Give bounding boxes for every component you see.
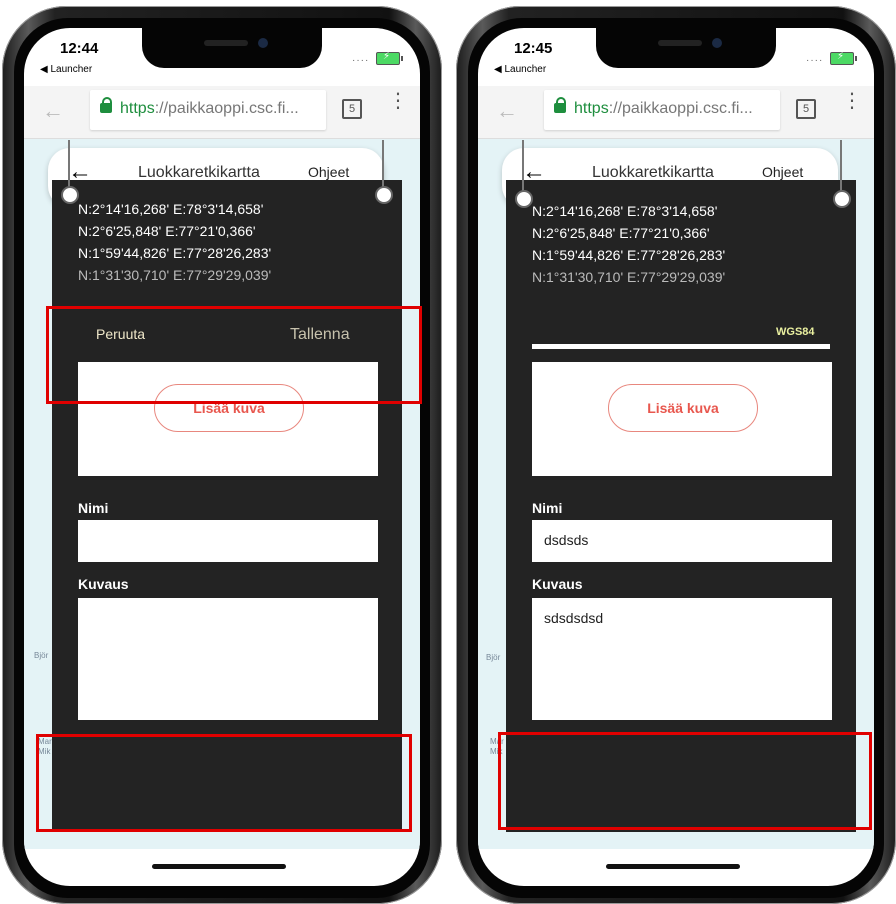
status-time: 12:44 xyxy=(60,40,99,57)
name-input[interactable]: dsdsds xyxy=(532,520,832,562)
panel-string xyxy=(68,140,70,188)
lock-icon xyxy=(554,97,566,113)
pin-icon xyxy=(61,186,79,204)
camera-icon xyxy=(712,38,722,48)
name-label: Nimi xyxy=(78,500,109,516)
coordinate-list: N:2°14'16,268' E:78°3'14,658' N:2°6'25,8… xyxy=(532,200,725,288)
image-box: Lisää kuva xyxy=(532,362,832,476)
browser-back-icon[interactable]: ← xyxy=(496,98,518,124)
lock-icon xyxy=(100,97,112,113)
pin-icon xyxy=(833,190,851,208)
coordinate-row: N:1°59'44,826' E:77°28'26,283' xyxy=(78,245,272,261)
more-menu-icon[interactable]: ⋮ xyxy=(842,91,862,111)
coordinate-list: N:2°14'16,268' E:78°3'14,658' N:2°6'25,8… xyxy=(78,198,271,286)
coordinate-row: N:2°14'16,268' E:78°3'14,658' xyxy=(532,203,718,219)
url-text: https://paikkaoppi.csc.fi... xyxy=(574,100,753,117)
description-textarea[interactable]: sdsdsdsd xyxy=(532,598,832,720)
status-time: 12:45 xyxy=(514,40,553,57)
tabs-count-icon[interactable]: 5 xyxy=(796,99,816,119)
back-to-launcher[interactable]: ◀ Launcher xyxy=(494,64,546,75)
coordinate-row: N:1°31'30,710' E:77°29'29,039' xyxy=(78,267,272,283)
coordinate-row: N:2°6'25,848' E:77°21'0,366' xyxy=(78,223,256,239)
name-label: Nimi xyxy=(532,500,563,516)
description-label: Kuvaus xyxy=(532,576,583,592)
coordinate-row: N:2°6'25,848' E:77°21'0,366' xyxy=(532,225,710,241)
pin-icon xyxy=(375,186,393,204)
name-input[interactable] xyxy=(78,520,378,562)
description-label: Kuvaus xyxy=(78,576,129,592)
phone-right: 12:45 ◀ Launcher ···· ⚡ ← https://paikka… xyxy=(456,0,896,904)
browser-back-icon[interactable]: ← xyxy=(42,98,64,124)
help-link[interactable]: Ohjeet xyxy=(308,164,349,180)
browser-toolbar: ← https://paikkaoppi.csc.fi... 5 ⋮ xyxy=(478,86,874,139)
back-to-launcher[interactable]: ◀ Launcher xyxy=(40,64,92,75)
coordinate-row: N:2°14'16,268' E:78°3'14,658' xyxy=(78,201,264,217)
home-indicator[interactable] xyxy=(606,864,740,869)
help-link[interactable]: Ohjeet xyxy=(762,164,803,180)
map-label: Björ xyxy=(34,651,49,660)
url-text: https://paikkaoppi.csc.fi... xyxy=(120,100,299,117)
panel-string xyxy=(522,140,524,192)
address-bar[interactable]: https://paikkaoppi.csc.fi... xyxy=(90,90,326,130)
home-indicator[interactable] xyxy=(152,864,286,869)
pin-icon xyxy=(515,190,533,208)
notch xyxy=(596,28,776,68)
browser-toolbar: ← https://paikkaoppi.csc.fi... 5 ⋮ xyxy=(24,86,420,139)
coordinate-row: N:1°59'44,826' E:77°28'26,283' xyxy=(532,247,726,263)
panel-string xyxy=(382,140,384,188)
highlight-box xyxy=(36,734,412,832)
battery-icon: ⚡ xyxy=(376,51,403,65)
highlight-box xyxy=(498,732,872,830)
battery-icon: ⚡ xyxy=(830,51,857,65)
projection-label: WGS84 xyxy=(776,326,815,338)
address-bar[interactable]: https://paikkaoppi.csc.fi... xyxy=(544,90,780,130)
tabs-count-icon[interactable]: 5 xyxy=(342,99,362,119)
notch xyxy=(142,28,322,68)
signal-icon: ···· xyxy=(352,55,370,66)
add-image-button[interactable]: Lisää kuva xyxy=(608,384,758,432)
panel-string xyxy=(840,140,842,192)
coordinate-row: N:1°31'30,710' E:77°29'29,039' xyxy=(532,269,726,285)
phone-left: 12:44 ◀ Launcher ···· ⚡ ← https://paikka… xyxy=(2,0,442,904)
more-menu-icon[interactable]: ⋮ xyxy=(388,91,408,111)
projection-divider xyxy=(532,344,830,349)
camera-icon xyxy=(258,38,268,48)
highlight-box xyxy=(46,306,422,404)
map-label: Björ xyxy=(486,653,501,662)
signal-icon: ···· xyxy=(806,55,824,66)
description-textarea[interactable] xyxy=(78,598,378,720)
